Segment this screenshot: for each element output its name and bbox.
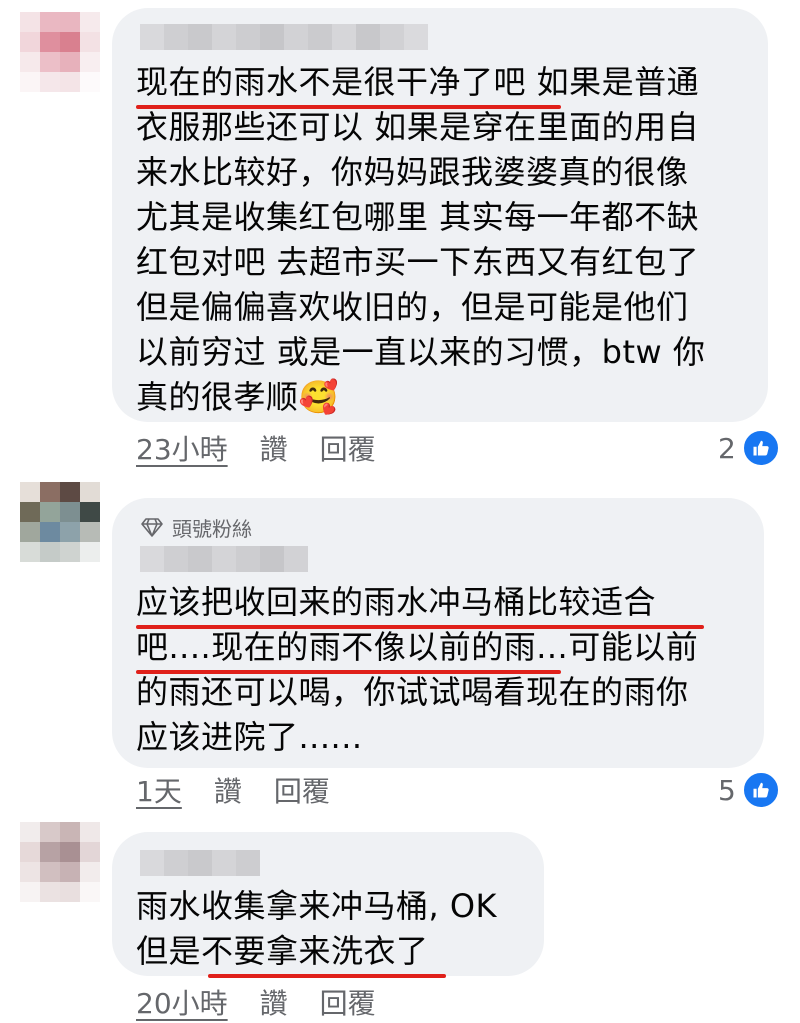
timestamp-link[interactable]: 23小時 — [136, 428, 228, 468]
avatar-blurred[interactable] — [20, 822, 100, 902]
highlight-underline — [136, 670, 561, 674]
author-name-blurred[interactable] — [140, 24, 428, 50]
avatar-blurred[interactable] — [20, 12, 100, 92]
comment-3: 雨水收集拿来冲马桶, OK 但是不要拿来洗衣了 20小時 讚 回覆 — [0, 810, 800, 1023]
like-button[interactable]: 讚 — [260, 982, 288, 1022]
like-button[interactable]: 讚 — [214, 770, 242, 810]
timestamp-link[interactable]: 20小時 — [136, 982, 228, 1022]
comment-actions: 1天 讚 回覆 — [136, 770, 362, 810]
top-fan-badge: 頭號粉絲 — [140, 514, 252, 541]
avatar-blurred[interactable] — [20, 482, 100, 562]
comment-bubble: 頭號粉絲 应该把收回来的雨水冲马桶比较适合 吧....现在的雨不像以前的雨...… — [112, 498, 764, 768]
diamond-icon — [141, 518, 163, 537]
highlight-underline — [136, 105, 561, 109]
like-button[interactable]: 讚 — [260, 428, 288, 468]
reply-button[interactable]: 回覆 — [320, 428, 376, 468]
author-name-blurred[interactable] — [140, 546, 308, 572]
comment-actions: 23小時 讚 回覆 — [136, 428, 408, 468]
author-name-blurred[interactable] — [140, 850, 260, 876]
reply-button[interactable]: 回覆 — [274, 770, 330, 810]
reaction-count[interactable]: 2 — [718, 428, 780, 468]
timestamp-link[interactable]: 1天 — [136, 770, 182, 810]
comment-2: 頭號粉絲 应该把收回来的雨水冲马桶比较适合 吧....现在的雨不像以前的雨...… — [0, 470, 800, 810]
like-thumb-icon — [741, 429, 780, 467]
comment-text: 现在的雨水不是很干净了吧 如果是普通 衣服那些还可以 如果是穿在里面的用自 来水… — [136, 63, 706, 416]
comment-text: 雨水收集拿来冲马桶, OK 但是不要拿来洗衣了 — [136, 887, 498, 970]
comment-1: 现在的雨水不是很干净了吧 如果是普通 衣服那些还可以 如果是穿在里面的用自 来水… — [0, 0, 800, 470]
reaction-number: 5 — [718, 773, 736, 807]
reply-button[interactable]: 回覆 — [320, 982, 376, 1022]
like-thumb-icon — [741, 771, 780, 809]
comment-bubble: 雨水收集拿来冲马桶, OK 但是不要拿来洗衣了 — [112, 832, 544, 978]
highlight-underline — [208, 974, 446, 978]
comment-bubble: 现在的雨水不是很干净了吧 如果是普通 衣服那些还可以 如果是穿在里面的用自 来水… — [112, 8, 768, 422]
reaction-number: 2 — [718, 431, 736, 465]
reaction-count[interactable]: 5 — [718, 770, 780, 810]
comment-actions: 20小時 讚 回覆 — [136, 982, 408, 1022]
highlight-underline — [136, 625, 704, 629]
badge-label: 頭號粉絲 — [172, 516, 252, 541]
